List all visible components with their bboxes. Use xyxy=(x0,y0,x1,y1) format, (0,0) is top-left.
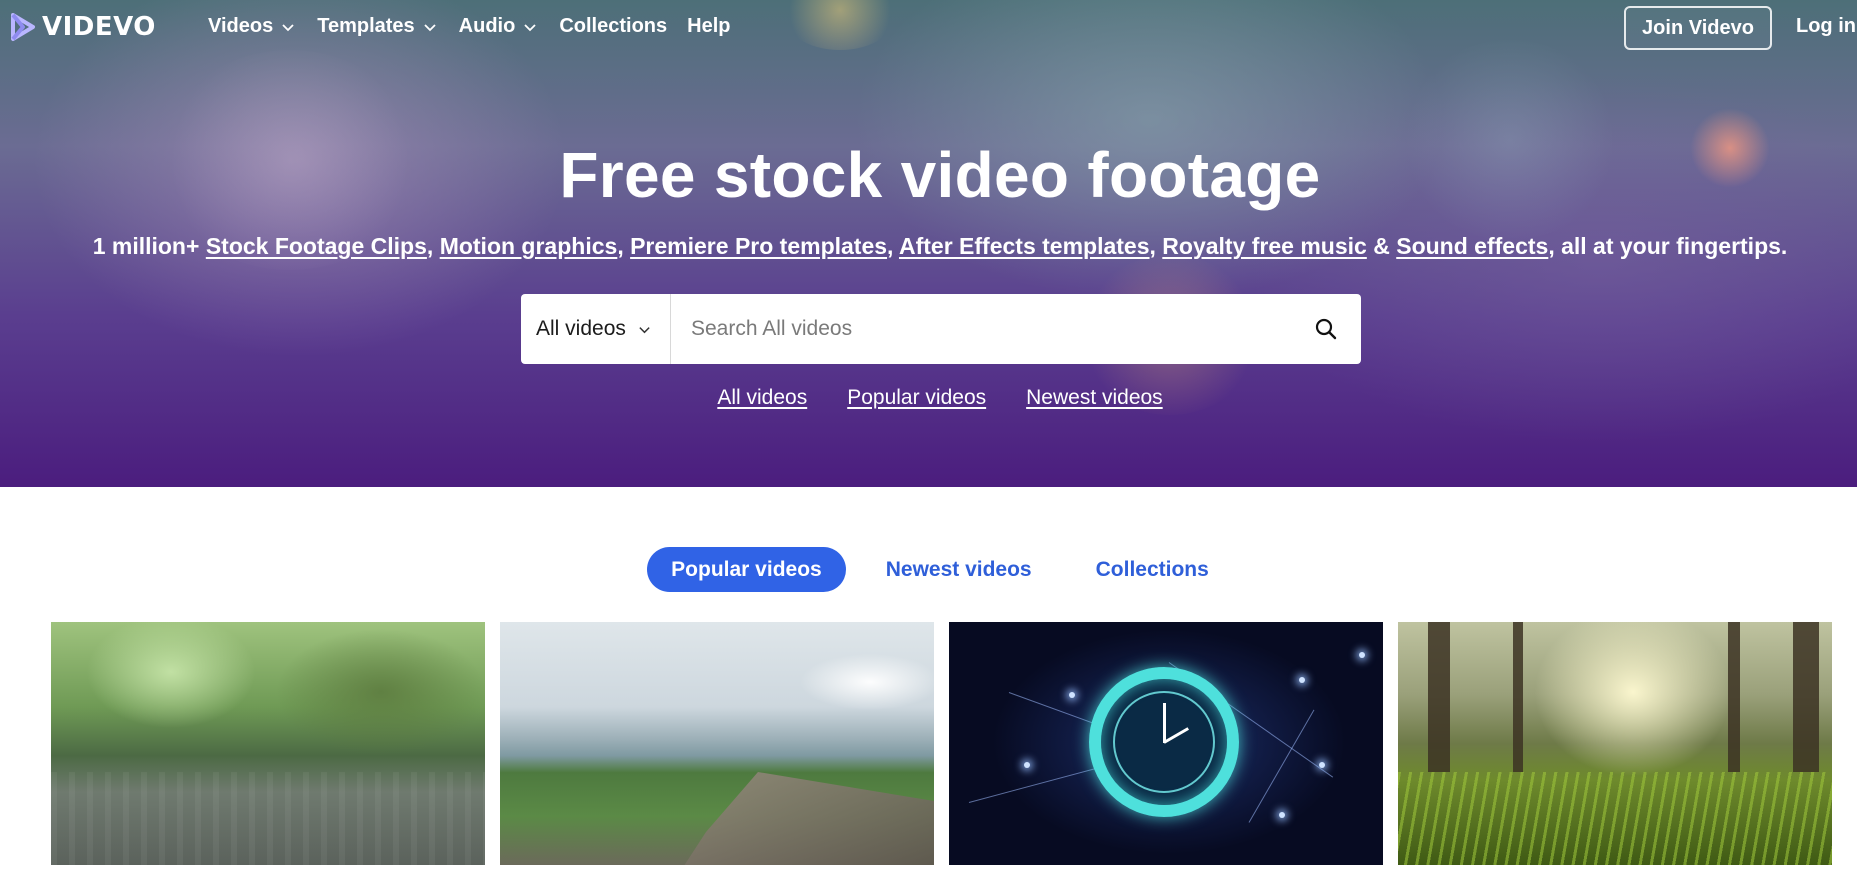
link-sound-effects[interactable]: Sound effects xyxy=(1396,233,1548,259)
link-stock-footage[interactable]: Stock Footage Clips xyxy=(206,233,427,259)
video-thumbnail-clock[interactable] xyxy=(949,622,1383,865)
tab-collections[interactable]: Collections xyxy=(1072,547,1233,592)
link-motion-graphics[interactable]: Motion graphics xyxy=(440,233,618,259)
tree-trunk xyxy=(1728,622,1740,772)
glow-star xyxy=(1299,677,1305,683)
nav-audio[interactable]: Audio xyxy=(459,15,538,38)
link-royalty-free-music[interactable]: Royalty free music xyxy=(1162,233,1367,259)
login-link[interactable]: Log in xyxy=(1796,15,1856,38)
nav-videos-label: Videos xyxy=(208,15,274,37)
tree-trunk xyxy=(1513,622,1523,772)
glow-star xyxy=(1069,692,1075,698)
tab-popular-videos[interactable]: Popular videos xyxy=(647,547,846,592)
coastal-rocks xyxy=(680,772,934,865)
glow-star xyxy=(1319,762,1325,768)
nav-collections[interactable]: Collections xyxy=(559,15,667,38)
nav-audio-label: Audio xyxy=(458,15,516,37)
clock-graphic xyxy=(1089,667,1239,817)
video-thumbnail-rain[interactable] xyxy=(51,622,485,865)
separator: , xyxy=(887,233,894,259)
search-button[interactable] xyxy=(1291,294,1361,364)
chevron-down-icon xyxy=(424,23,436,31)
chevron-down-icon xyxy=(639,326,650,333)
hero-banner: VIDEVO Videos Templates Audio Collection… xyxy=(0,0,1857,487)
grass-foreground xyxy=(1398,772,1832,865)
subtitle-prefix: 1 million+ xyxy=(92,233,200,259)
nav-menu: Videos Templates Audio Collections Help xyxy=(208,15,750,38)
glow-star xyxy=(1359,652,1365,658)
nav-videos[interactable]: Videos xyxy=(208,15,295,38)
nav-templates[interactable]: Templates xyxy=(317,15,436,38)
top-nav: VIDEVO Videos Templates Audio Collection… xyxy=(0,0,1857,56)
rain-ripples xyxy=(51,772,485,865)
search-category-select[interactable]: All videos xyxy=(521,294,671,364)
search-category-label: All videos xyxy=(536,317,626,340)
tree-trunk xyxy=(1793,622,1819,772)
network-line xyxy=(1248,709,1315,823)
hero-quick-links: All videos Popular videos Newest videos xyxy=(0,386,1857,410)
video-thumbnail-forest[interactable] xyxy=(1398,622,1832,865)
content-tabs: Popular videos Newest videos Collections xyxy=(0,547,1857,592)
search-input[interactable] xyxy=(671,295,1291,363)
join-button[interactable]: Join Videvo xyxy=(1624,6,1772,50)
quick-link-all-videos[interactable]: All videos xyxy=(717,386,807,410)
hero-subtitle: 1 million+ Stock Footage Clips, Motion g… xyxy=(0,233,1857,260)
glow-star xyxy=(1279,812,1285,818)
nav-help[interactable]: Help xyxy=(687,15,730,38)
play-logo-icon xyxy=(11,13,35,41)
chevron-down-icon xyxy=(524,23,536,31)
chevron-down-icon xyxy=(282,23,294,31)
separator: , xyxy=(426,233,434,259)
subtitle-suffix: , all at your fingertips. xyxy=(1548,233,1788,259)
videvo-logo[interactable]: VIDEVO xyxy=(10,12,156,42)
link-premiere-templates[interactable]: Premiere Pro templates xyxy=(630,233,887,259)
page-title: Free stock video footage xyxy=(559,139,1321,211)
clock-hour-hand xyxy=(1163,703,1166,743)
glow-star xyxy=(1024,762,1030,768)
tree-trunk xyxy=(1428,622,1450,772)
link-after-effects-templates[interactable]: After Effects templates xyxy=(899,233,1150,259)
video-grid xyxy=(51,622,1832,865)
nav-templates-label: Templates xyxy=(317,15,415,37)
quick-link-newest-videos[interactable]: Newest videos xyxy=(1026,386,1163,410)
video-thumbnail-coast[interactable] xyxy=(500,622,934,865)
logo-text: VIDEVO xyxy=(42,12,156,42)
search-icon xyxy=(1315,318,1337,340)
ampersand: & xyxy=(1373,233,1390,259)
separator: , xyxy=(617,233,624,259)
search-bar: All videos xyxy=(521,294,1361,364)
tab-newest-videos[interactable]: Newest videos xyxy=(862,547,1056,592)
separator: , xyxy=(1149,233,1156,259)
quick-link-popular-videos[interactable]: Popular videos xyxy=(847,386,986,410)
